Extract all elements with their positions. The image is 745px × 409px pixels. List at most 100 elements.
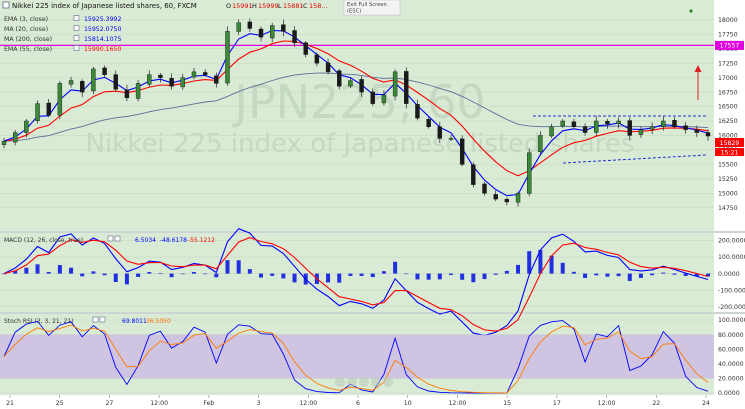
macd-histogram-bar <box>57 265 62 274</box>
price-tick-label: 15250 <box>718 176 738 183</box>
candle <box>404 71 409 104</box>
macd-tick-label: 0.0000 <box>718 271 740 278</box>
indicator-name: EMA (55, close) <box>4 46 52 53</box>
candle <box>359 79 364 93</box>
candle <box>225 31 230 84</box>
time-tick-label: 22 <box>652 400 660 407</box>
candle <box>180 77 185 88</box>
candle <box>147 74 152 85</box>
macd-label: MACD (12, 26, close, true) <box>4 237 83 244</box>
candle <box>538 135 543 153</box>
candle <box>124 89 130 99</box>
candle <box>605 120 610 125</box>
price-tick-label: 16250 <box>718 118 738 125</box>
ohlc-open-value: 15991 <box>232 2 253 10</box>
candle <box>459 138 465 165</box>
macd-histogram-bar <box>627 273 632 281</box>
macd-tick-label: -200.0000 <box>718 304 745 311</box>
stoch-rsi-close-icon[interactable] <box>99 316 106 323</box>
candle <box>448 138 454 140</box>
scroll-right-icon[interactable] <box>383 377 393 387</box>
macd-close-icon[interactable] <box>114 235 121 242</box>
macd-histogram-bar <box>571 271 576 274</box>
stoch-rsi-settings-icon[interactable] <box>92 316 99 323</box>
candle <box>348 80 353 87</box>
candle <box>35 103 40 121</box>
candle <box>672 120 677 127</box>
collapse-icon[interactable] <box>2 1 10 9</box>
candle <box>616 120 621 124</box>
indicator-settings-icon[interactable] <box>73 25 80 31</box>
candle <box>694 129 700 133</box>
indicator-value: 15814.1075 <box>84 36 121 43</box>
time-tick-label: Feb <box>203 400 214 407</box>
candle <box>560 120 565 127</box>
candle <box>214 75 219 84</box>
ohlc-open-label: O <box>226 2 231 10</box>
indicator-settings-icon[interactable] <box>73 35 80 41</box>
macd-settings-icon[interactable] <box>107 235 114 242</box>
candle <box>582 126 588 133</box>
stoch-k-value: 69.8011 <box>122 318 147 325</box>
indicator-settings-icon[interactable] <box>73 45 80 51</box>
exit-fullscreen-shortcut: (ESC) <box>347 9 361 15</box>
macd-histogram-bar <box>169 273 174 278</box>
rsi-tick-label: 80.0000 <box>718 332 744 339</box>
candle <box>102 67 107 75</box>
stoch-rsi-label: Stoch RSI (3, 3, 21, 21) <box>4 318 74 325</box>
time-tick-label: 17 <box>553 400 561 407</box>
macd-histogram-bar <box>348 273 353 276</box>
macd-histogram-bar <box>381 271 386 274</box>
time-tick-label: 3 <box>257 400 261 407</box>
macd-histogram-bar <box>616 273 621 277</box>
rsi-tick-label: 100.0000 <box>718 317 745 324</box>
time-tick-label: 15 <box>503 400 511 407</box>
stoch-d-value: 36.5050 <box>146 318 171 325</box>
trading-chart[interactable]: JPN225, 60 Nikkei 225 index of Japanese … <box>0 0 745 409</box>
macd-tick-label: 200.0000 <box>718 238 745 245</box>
candle <box>12 132 18 143</box>
candle <box>191 71 197 78</box>
candle <box>113 74 118 90</box>
candle <box>638 129 644 135</box>
time-tick-label: 12:00 <box>598 400 616 407</box>
macd-histogram-bar <box>191 271 196 274</box>
macd-histogram-bar <box>527 251 532 274</box>
indicator-settings-icon[interactable] <box>73 15 80 21</box>
price-tick-label: 17000 <box>718 75 738 82</box>
macd-histogram-bar <box>594 273 599 276</box>
candle <box>527 152 532 194</box>
macd-tick-label: 100.0000 <box>718 254 745 261</box>
macd-histogram-bar <box>437 273 442 280</box>
candle <box>649 126 655 130</box>
time-tick-label: 12:00 <box>299 400 317 407</box>
ohlc-high-value: 15999 <box>258 2 279 10</box>
candle <box>493 194 498 200</box>
rsi-tick-label: 60.0000 <box>718 346 744 353</box>
macd-histogram-bar <box>259 273 264 278</box>
scroll-left-icon[interactable] <box>335 377 345 387</box>
macd-histogram-bar <box>448 273 453 275</box>
macd-histogram-bar <box>516 264 521 274</box>
macd-histogram-bar <box>102 273 107 276</box>
macd-histogram-bar <box>504 270 509 274</box>
candle <box>57 83 63 116</box>
macd-histogram-bar <box>337 273 342 283</box>
candle <box>415 104 420 119</box>
price-tick-label: 17250 <box>718 60 738 67</box>
time-tick-label: 27 <box>105 400 113 407</box>
reset-view-icon[interactable] <box>359 377 369 387</box>
macd-histogram-bar <box>46 272 51 274</box>
rsi-tick-label: 20.0000 <box>718 376 744 383</box>
zoom-in-icon[interactable] <box>371 377 381 387</box>
price-tick-label: 16500 <box>718 104 738 111</box>
ohlc-low-label: L <box>278 2 282 10</box>
zoom-out-icon[interactable] <box>347 377 357 387</box>
exit-fullscreen-text: Exit Full Screen <box>347 2 387 8</box>
candle <box>269 25 275 39</box>
macd-histogram-bar <box>281 273 286 279</box>
candle <box>1 141 7 145</box>
macd-histogram-bar <box>661 272 666 274</box>
macd-histogram-bar <box>393 261 398 274</box>
candle <box>594 120 599 133</box>
